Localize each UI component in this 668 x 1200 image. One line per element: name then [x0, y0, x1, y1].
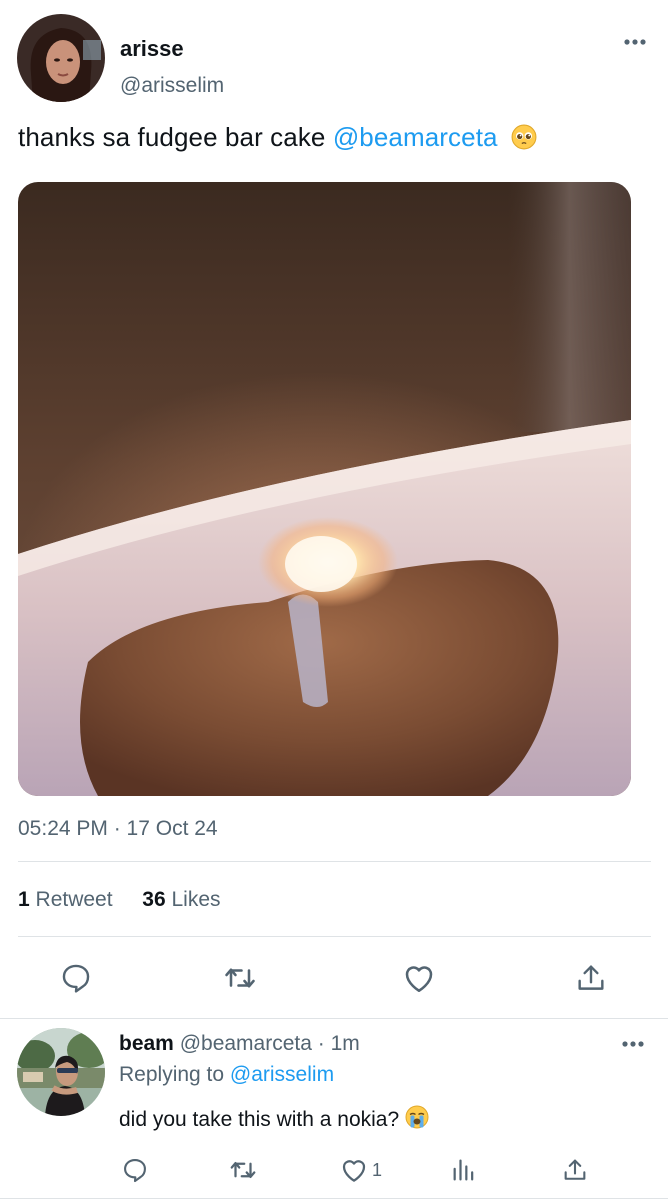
retweet-icon[interactable]: [222, 960, 258, 996]
reply-share-icon[interactable]: [557, 1152, 593, 1188]
tweet-text-body: thanks sa fudgee bar cake: [18, 122, 333, 152]
divider: [18, 936, 651, 937]
replying-to-mention[interactable]: @arisselim: [230, 1063, 334, 1086]
reply-retweet-icon[interactable]: [225, 1152, 261, 1188]
more-options-icon[interactable]: [619, 26, 651, 58]
retweet-stat[interactable]: 1 Retweet: [18, 888, 113, 911]
reply-icon[interactable]: [58, 960, 94, 996]
reply-reply-icon[interactable]: [117, 1152, 153, 1188]
pleading-face-emoji-icon: [511, 124, 537, 150]
reply-like-count: 1: [372, 1160, 383, 1180]
reply-time: · 1m: [317, 1032, 360, 1055]
reply-text-body: did you take this with a nokia?: [119, 1108, 406, 1131]
like-count: 36: [142, 888, 166, 911]
tweet-timestamp[interactable]: 05:24 PM · 17 Oct 24: [18, 817, 218, 841]
avatar[interactable]: [17, 14, 105, 102]
heart-icon[interactable]: [401, 960, 437, 996]
reply-header: beam @beamarceta · 1m: [119, 1032, 360, 1056]
retweet-label: Retweet: [35, 888, 113, 911]
reply-heart-icon[interactable]: [336, 1152, 372, 1188]
share-icon[interactable]: [573, 960, 609, 996]
divider: [0, 1198, 668, 1199]
reply-avatar[interactable]: [17, 1028, 105, 1116]
replying-to-prefix: Replying to: [119, 1063, 230, 1086]
tweet-media-image[interactable]: [18, 182, 631, 796]
tweet-stats: 1 Retweet 36 Likes: [18, 888, 221, 912]
divider: [0, 1018, 668, 1019]
reply-handle[interactable]: @beamarceta: [180, 1032, 312, 1055]
tweet-text: thanks sa fudgee bar cake @beamarceta: [18, 122, 537, 153]
reply-more-options-icon[interactable]: [617, 1028, 649, 1060]
analytics-icon[interactable]: [446, 1152, 482, 1188]
likes-stat[interactable]: 36 Likes: [142, 888, 220, 911]
user-handle[interactable]: @arisselim: [120, 74, 224, 98]
loudly-crying-emoji-icon: [405, 1105, 429, 1129]
mention-link[interactable]: @beamarceta: [333, 122, 498, 152]
likes-label: Likes: [171, 888, 221, 911]
replying-to: Replying to @arisselim: [119, 1063, 334, 1087]
retweet-count: 1: [18, 888, 30, 911]
tweet-header: arisse @arisselim: [17, 14, 651, 104]
reply-display-name[interactable]: beam: [119, 1032, 174, 1055]
reply-text: did you take this with a nokia?: [119, 1105, 429, 1132]
display-name[interactable]: arisse: [120, 36, 184, 62]
divider: [18, 861, 651, 862]
